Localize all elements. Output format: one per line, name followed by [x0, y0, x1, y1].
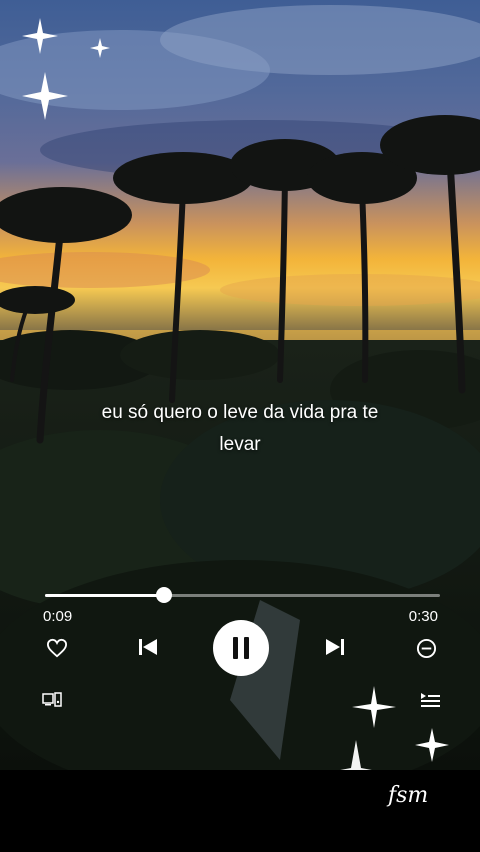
progress-handle[interactable]	[155, 587, 172, 603]
story-screen: eu só quero o leve da vida pra te levar …	[0, 0, 480, 852]
lyrics-text: eu só quero o leve da vida pra te levar	[40, 397, 440, 461]
signature: fsm	[388, 783, 429, 808]
minus-circle-icon[interactable]	[414, 636, 438, 660]
connect-device-icon[interactable]	[41, 690, 63, 710]
total-time: 0:30	[408, 608, 438, 625]
skip-previous-icon[interactable]	[137, 636, 159, 658]
heart-icon[interactable]	[44, 636, 70, 660]
lyrics-line: eu só quero o leve da vida pra te	[101, 402, 379, 423]
lyrics-line: levar	[219, 434, 261, 455]
pause-icon	[233, 637, 249, 659]
elapsed-time: 0:09	[43, 608, 73, 625]
progress-bar[interactable]	[45, 587, 440, 603]
pause-button[interactable]	[213, 620, 269, 676]
skip-next-icon[interactable]	[324, 636, 346, 658]
progress-fill	[45, 594, 164, 597]
